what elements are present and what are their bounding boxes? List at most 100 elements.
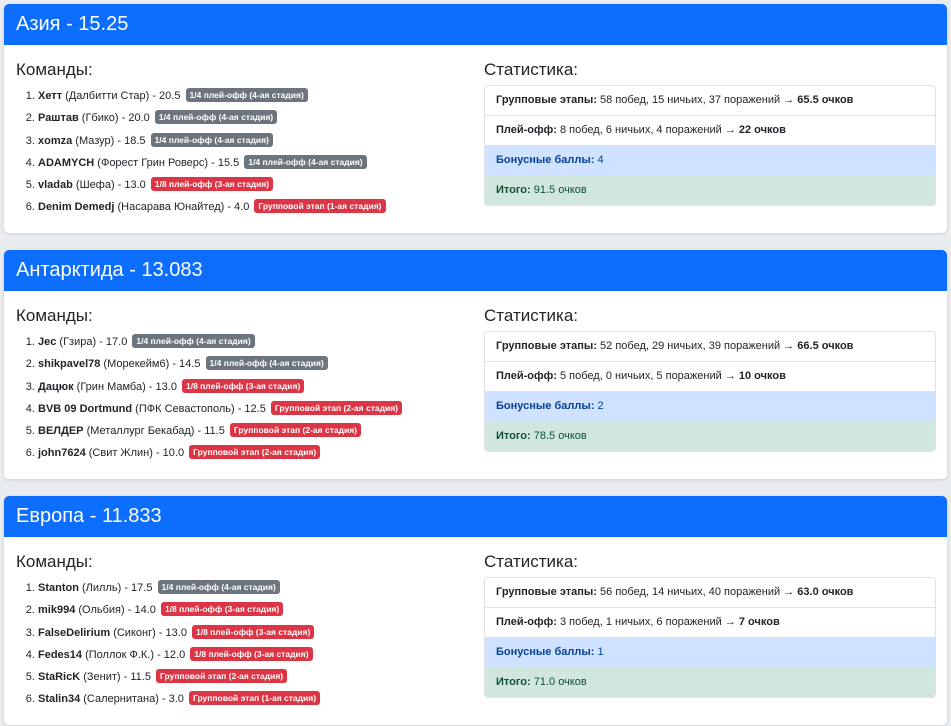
teams-column: Команды: Jec (Гзира) - 17.0 1/4 плей-офф… (16, 306, 476, 465)
stat-bonus: Бонусные баллы: 4 (485, 146, 935, 176)
stage-badge: 1/4 плей-офф (4-ая стадия) (132, 334, 255, 348)
team-club-score: (Лилль) - 17.5 (78, 582, 153, 594)
stat-bonus: Бонусные баллы: 1 (485, 638, 935, 668)
region-body: Команды: Stanton (Лилль) - 17.5 1/4 плей… (4, 537, 947, 725)
stage-badge: 1/8 плей-офф (3-ая стадия) (150, 177, 274, 192)
team-row: ADAMYCH (Форест Грин Роверс) - 15.5 1/4 … (38, 152, 476, 174)
stat-value: 1 (594, 646, 604, 658)
team-club-score: (ПФК Севастополь) - 12.5 (132, 402, 266, 415)
team-player-name: Stanton (38, 582, 79, 594)
stat-total: Итого: 91.5 очков (485, 176, 935, 205)
stage-badge: Групповой этап (1-ая стадия) (188, 691, 321, 706)
team-player-name: mik994 (38, 604, 76, 617)
teams-column: Команды: Хетт (Далбитти Стар) - 20.5 1/4… (16, 60, 476, 219)
team-row: FalseDelirium (Сиконг) - 13.0 1/8 плей-о… (38, 622, 476, 644)
teams-list: Jec (Гзира) - 17.0 1/4 плей-офф (4-ая ст… (16, 331, 476, 465)
region-title: Антарктида - 13.083 (4, 250, 947, 291)
stage-badge: 1/4 плей-офф (4-ая стадия) (244, 154, 367, 169)
team-player-name: ADAMYCH (38, 156, 95, 169)
stat-label: Итого: (496, 184, 531, 196)
stat-playoff: Плей-офф: 8 побед, 6 ничьих, 4 поражений… (485, 116, 935, 146)
team-row: Fedes14 (Поллок Ф.К.) - 12.0 1/8 плей-оф… (38, 644, 476, 666)
region-title: Азия - 15.25 (4, 4, 947, 45)
team-player-name: john7624 (38, 447, 86, 460)
team-row: Stanton (Лилль) - 17.5 1/4 плей-офф (4-а… (38, 577, 476, 599)
teams-title: Команды: (16, 552, 93, 571)
stat-points: 22 очков (738, 124, 786, 136)
team-club-score: (Салернитана) - 3.0 (80, 693, 184, 706)
stat-label: Бонусные баллы: (496, 154, 595, 166)
stat-value: 71.0 очков (530, 676, 587, 688)
team-player-name: Stalin34 (38, 693, 81, 706)
team-club-score: (Сиконг) - 13.0 (110, 626, 187, 639)
stat-label: Групповые этапы: (496, 340, 597, 352)
stat-label: Плей-офф: (496, 124, 557, 136)
stat-playoff: Плей-офф: 3 побед, 1 ничьих, 6 поражений… (485, 608, 935, 638)
stat-playoff: Плей-офф: 5 побед, 0 ничьих, 5 поражений… (485, 362, 935, 392)
stat-total: Итого: 71.0 очков (485, 668, 935, 697)
stat-label: Итого: (496, 430, 531, 442)
team-player-name: StaRicK (38, 671, 81, 684)
stage-badge: Групповой этап (2-ая стадия) (270, 400, 402, 415)
team-row: ВЕЛДЕР (Металлург Бекабад) - 11.5 Группо… (38, 420, 476, 442)
region-card: Антарктида - 13.083 Команды: Jec (Гзира)… (4, 250, 947, 479)
teams-title: Команды: (16, 60, 93, 79)
stats-column: Статистика: Групповые этапы: 58 побед, 1… (484, 60, 936, 206)
team-club-score: (Поллок Ф.К.) - 12.0 (82, 648, 186, 661)
stat-label: Плей-офф: (496, 616, 557, 628)
team-player-name: Дацюк (38, 380, 74, 393)
teams-column: Команды: Stanton (Лилль) - 17.5 1/4 плей… (16, 552, 476, 711)
stats-list: Групповые этапы: 56 побед, 14 ничьих, 40… (484, 577, 936, 698)
stat-group-stages: Групповые этапы: 58 побед, 15 ничьих, 37… (485, 86, 935, 116)
team-player-name: xomza (38, 134, 73, 147)
stage-badge: Групповой этап (2-ая стадия) (229, 423, 361, 438)
stat-label: Групповые этапы: (496, 586, 597, 598)
stat-group-stages: Групповые этапы: 52 побед, 29 ничьих, 39… (485, 332, 935, 362)
stat-value: 56 побед, 14 ничьих, 40 поражений → (596, 586, 798, 598)
stats-column: Статистика: Групповые этапы: 52 побед, 2… (484, 306, 936, 452)
stats-title: Статистика: (484, 60, 579, 79)
stage-badge: 1/4 плей-офф (4-ая стадия) (205, 356, 328, 371)
stat-points: 7 очков (738, 616, 780, 628)
stat-label: Бонусные баллы: (496, 646, 595, 658)
stage-badge: 1/4 плей-офф (4-ая стадия) (150, 132, 273, 147)
team-player-name: Fedes14 (38, 648, 83, 661)
teams-list: Stanton (Лилль) - 17.5 1/4 плей-офф (4-а… (16, 577, 476, 711)
stats-title: Статистика: (484, 552, 579, 571)
team-club-score: (Свит Жлин) - 10.0 (85, 447, 185, 460)
stat-points: 66.5 очков (797, 340, 854, 352)
stage-badge: 1/8 плей-офф (3-ая стадия) (160, 602, 284, 617)
stage-badge: Групповой этап (2-ая стадия) (156, 669, 288, 684)
stat-value: 78.5 очков (530, 430, 587, 442)
team-row: Denim Demedj (Насарава Юнайтед) - 4.0 Гр… (38, 196, 476, 218)
team-club-score: (Металлург Бекабад) - 11.5 (83, 425, 225, 438)
stage-badge: 1/4 плей-офф (4-ая стадия) (185, 88, 308, 102)
region-body: Команды: Хетт (Далбитти Стар) - 20.5 1/4… (4, 45, 947, 233)
team-player-name: vladab (38, 179, 73, 192)
team-row: mik994 (Ольбия) - 14.0 1/8 плей-офф (3-а… (38, 599, 476, 621)
region-card: Европа - 11.833 Команды: Stanton (Лилль)… (4, 496, 947, 725)
stat-value: 2 (594, 400, 604, 412)
stat-group-stages: Групповые этапы: 56 побед, 14 ничьих, 40… (485, 578, 935, 608)
stat-value: 91.5 очков (530, 184, 587, 196)
stat-value: 58 побед, 15 ничьих, 37 поражений → (596, 94, 798, 106)
stage-badge: 1/4 плей-офф (4-ая стадия) (157, 580, 280, 594)
team-row: Раштав (Гбико) - 20.0 1/4 плей-офф (4-ая… (38, 107, 476, 129)
region-title: Европа - 11.833 (4, 496, 947, 537)
team-club-score: (Морекейм6) - 14.5 (100, 358, 201, 371)
team-row: Jec (Гзира) - 17.0 1/4 плей-офф (4-ая ст… (38, 331, 476, 353)
team-player-name: FalseDelirium (38, 626, 111, 639)
stage-badge: Групповой этап (1-ая стадия) (254, 199, 386, 214)
stat-bonus: Бонусные баллы: 2 (485, 392, 935, 422)
region-cards: Азия - 15.25 Команды: Хетт (Далбитти Ста… (4, 4, 947, 725)
team-row: StaRicK (Зенит) - 11.5 Групповой этап (2… (38, 666, 476, 688)
team-row: shikpavel78 (Морекейм6) - 14.5 1/4 плей-… (38, 353, 476, 375)
team-row: Stalin34 (Салернитана) - 3.0 Групповой э… (38, 688, 476, 710)
stage-badge: 1/8 плей-офф (3-ая стадия) (190, 646, 313, 661)
team-row: BVB 09 Dortmund (ПФК Севастополь) - 12.5… (38, 398, 476, 420)
stats-column: Статистика: Групповые этапы: 56 побед, 1… (484, 552, 936, 698)
team-player-name: ВЕЛДЕР (38, 425, 84, 438)
stat-points: 10 очков (738, 370, 786, 382)
stat-total: Итого: 78.5 очков (485, 422, 935, 451)
stat-label: Групповые этапы: (496, 94, 597, 106)
